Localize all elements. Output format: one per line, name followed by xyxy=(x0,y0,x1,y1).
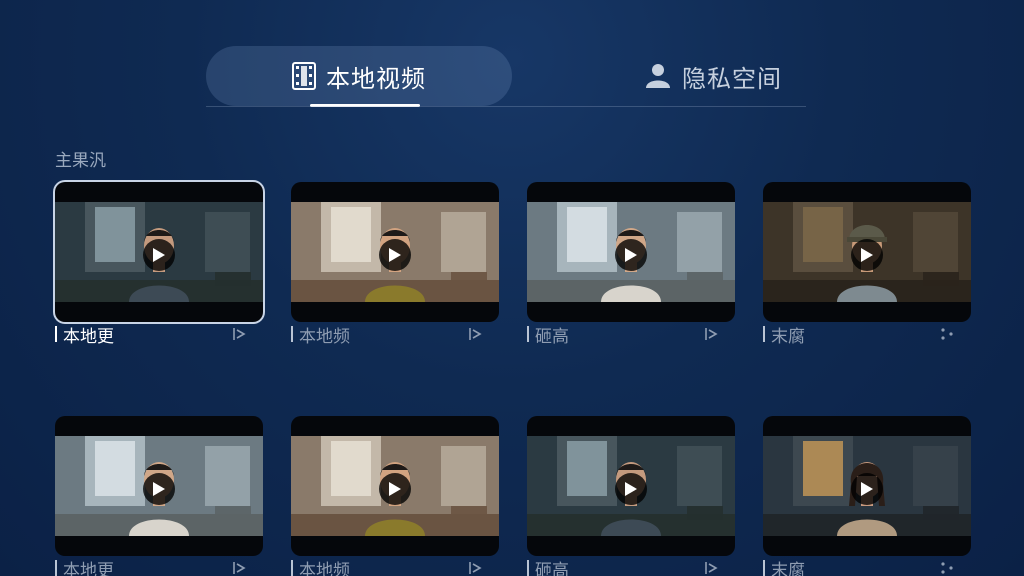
play-small-icon[interactable] xyxy=(467,326,483,342)
more-options-icon[interactable] xyxy=(939,326,955,342)
video-title: 本地更 xyxy=(63,326,114,347)
video-title: 本地更 xyxy=(63,560,114,576)
video-card-4[interactable] xyxy=(763,182,971,322)
video-card-7[interactable] xyxy=(527,416,735,556)
video-card-8[interactable] xyxy=(763,416,971,556)
video-caption: 本地频 xyxy=(291,556,499,576)
video-card-5[interactable] xyxy=(55,416,263,556)
video-title: 砸高 xyxy=(535,560,569,576)
play-icon[interactable] xyxy=(615,473,647,505)
play-small-icon[interactable] xyxy=(467,560,483,576)
caption-marker xyxy=(55,326,57,342)
video-title: 末腐 xyxy=(771,326,805,347)
play-small-icon[interactable] xyxy=(231,326,247,342)
video-title: 本地频 xyxy=(299,326,350,347)
caption-marker xyxy=(291,326,293,342)
tab-bar: 本地视频 隐私空间 xyxy=(206,46,806,108)
video-title: 砸高 xyxy=(535,326,569,347)
caption-marker xyxy=(763,326,765,342)
tab-private-space-label: 隐私空间 xyxy=(682,64,782,93)
play-icon[interactable] xyxy=(615,239,647,271)
play-icon[interactable] xyxy=(379,473,411,505)
play-icon[interactable] xyxy=(851,239,883,271)
caption-marker xyxy=(763,560,765,576)
play-icon[interactable] xyxy=(379,239,411,271)
tab-local-videos[interactable]: 本地视频 xyxy=(206,46,512,106)
caption-marker xyxy=(291,560,293,576)
video-title: 末腐 xyxy=(771,560,805,576)
play-small-icon[interactable] xyxy=(231,560,247,576)
video-caption: 本地频 xyxy=(291,322,499,347)
user-icon xyxy=(644,63,672,89)
video-caption: 本地更 xyxy=(55,556,263,576)
tab-divider xyxy=(206,106,806,107)
caption-marker xyxy=(527,326,529,342)
video-caption: 末腐 xyxy=(763,556,971,576)
video-caption: 本地更 xyxy=(55,322,263,347)
play-small-icon[interactable] xyxy=(703,326,719,342)
play-icon[interactable] xyxy=(143,239,175,271)
more-options-icon[interactable] xyxy=(939,560,955,576)
tab-private-space[interactable]: 隐私空间 xyxy=(618,46,808,106)
video-title: 本地频 xyxy=(299,560,350,576)
play-icon[interactable] xyxy=(851,473,883,505)
film-icon xyxy=(292,62,316,90)
video-caption: 砸高 xyxy=(527,556,735,576)
video-caption: 砸高 xyxy=(527,322,735,347)
caption-marker xyxy=(55,560,57,576)
video-card-6[interactable] xyxy=(291,416,499,556)
video-card-2[interactable] xyxy=(291,182,499,322)
tab-local-videos-label: 本地视频 xyxy=(326,64,426,93)
video-card-3[interactable] xyxy=(527,182,735,322)
video-caption: 末腐 xyxy=(763,322,971,347)
play-small-icon[interactable] xyxy=(703,560,719,576)
video-card-1[interactable] xyxy=(55,182,263,322)
section-title: 主果汎 xyxy=(55,151,106,171)
play-icon[interactable] xyxy=(143,473,175,505)
caption-marker xyxy=(527,560,529,576)
